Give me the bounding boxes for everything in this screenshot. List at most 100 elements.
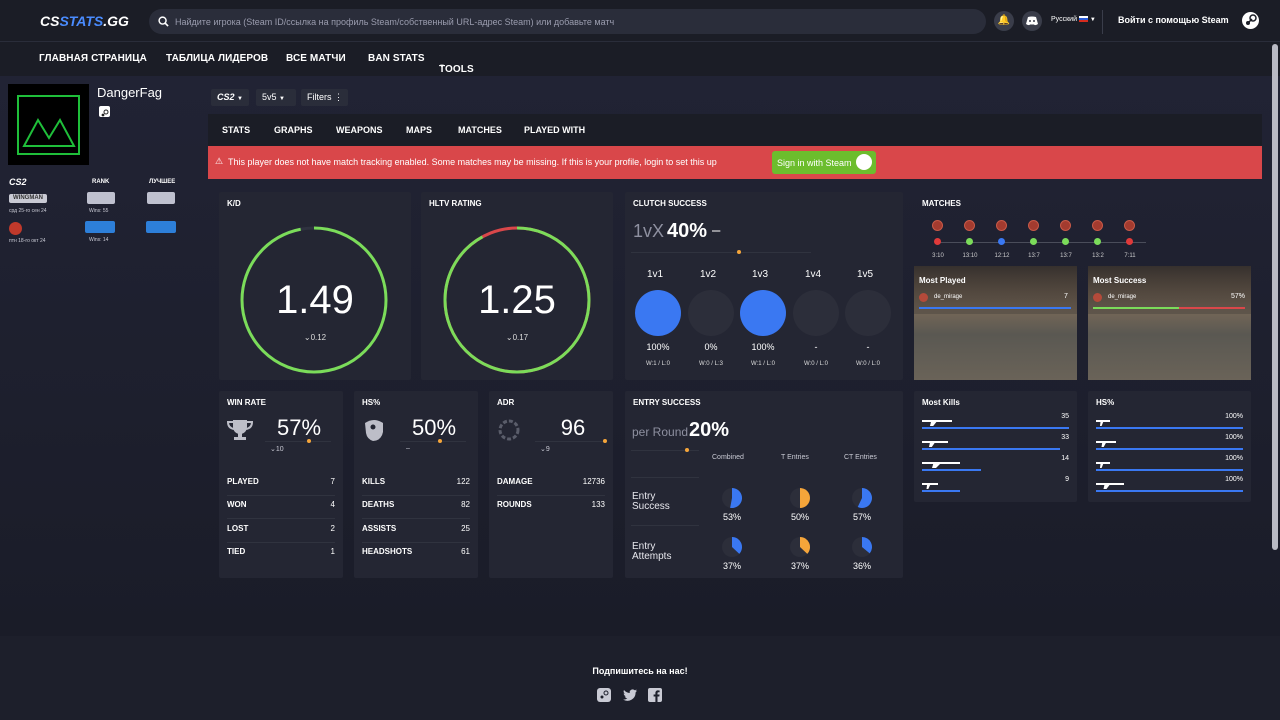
tab-weapons[interactable]: WEAPONS [336,125,383,135]
most-kills-title: Most Kills [922,398,960,407]
stat-label: KILLS [362,477,386,486]
most-success-map-name: de_mirage [1108,294,1137,300]
nav-leaderboard[interactable]: ТАБЛИЦА ЛИДЕРОВ [166,53,268,64]
chevron-down-icon: ⌄ [303,333,311,342]
clutch-label: 1v5 [857,269,874,280]
weapon-bar [922,427,1069,429]
steam-login-link[interactable]: Войти с помощью Steam [1118,15,1229,25]
match-result-dot[interactable] [1030,238,1037,245]
headshot-icon [365,420,383,441]
game-select[interactable]: CS2 ▼ [211,89,249,106]
hs-value: 50% [411,415,457,440]
scrollbar-thumb[interactable] [1272,44,1278,550]
entry-card: ENTRY SUCCESS per Round 20% Combined T E… [625,391,903,578]
clutch-label: 1v2 [700,269,717,280]
hltv-delta: ⌄0.17 [421,333,613,342]
weapon-value: 35 [1061,413,1069,420]
chevron-down-icon: ▼ [1089,17,1096,23]
match-result-dot[interactable] [1062,238,1069,245]
most-success-map[interactable]: Most Success de_mirage 57% [1088,266,1251,380]
adr-delta-value: 9 [545,446,550,453]
mode-select[interactable]: 5v5 ▼ [256,89,296,106]
match-result-dot[interactable] [966,238,973,245]
twitter-icon[interactable] [623,689,637,701]
steam-icon[interactable] [597,688,611,702]
kd-title: K/D [227,199,241,208]
steam-icon[interactable] [1242,12,1259,29]
divider [400,441,466,442]
entry-pie [790,537,811,557]
stat-label: TIED [227,547,246,556]
match-result-dot[interactable] [998,238,1005,245]
hltv-title: HLTV RATING [429,199,482,208]
adr-delta: ⌄9 [540,445,550,453]
hltv-value: 1.25 [478,278,556,322]
stat-row: ASSISTS 25 [362,524,470,536]
most-played-title: Most Played [919,276,966,285]
winrate-value: 57% [276,415,322,440]
tab-graphs[interactable]: GRAPHS [274,125,313,135]
tab-maps[interactable]: MAPS [406,125,432,135]
steam-profile-icon[interactable] [99,106,110,117]
match-map-icon[interactable] [964,220,975,231]
clutch-card: CLUTCH SUCCESS 1vX 40% – 1v1 100% W:1 / L:… [625,192,903,380]
filters-button[interactable]: Filters ⋮ [301,89,348,106]
most-success-value: 57% [1231,293,1246,300]
facebook-icon[interactable] [648,688,662,702]
match-map-icon[interactable] [1092,220,1103,231]
match-map-icon[interactable] [1028,220,1039,231]
rank-date: срд 25-го сен 24 [9,208,47,214]
match-map-icon[interactable] [932,220,943,231]
discord-icon[interactable] [1022,11,1042,31]
cs2-logo: CS2 [9,177,27,187]
search-box[interactable] [149,9,986,34]
tab-played-with[interactable]: PLAYED WITH [524,125,585,135]
mode-select-label: 5v5 [262,92,277,102]
col-ct-entries: CT Entries [844,454,877,461]
logo[interactable]: CSSTATS.GG [40,13,129,29]
hltv-card: HLTV RATING 1.25 ⌄0.17 [421,192,613,380]
col-t-entries: T Entries [781,454,809,461]
clutch-percent: 40% [667,220,708,242]
stat-label: HEADSHOTS [362,547,413,556]
stat-value: 82 [461,500,470,509]
best-header: ЛУЧШЕЕ [149,179,176,185]
match-map-icon[interactable] [1060,220,1071,231]
logo-part: CS [40,13,60,29]
search-input[interactable] [175,9,975,34]
stat-label: ROUNDS [497,500,532,509]
match-map-icon[interactable] [996,220,1007,231]
matches-title: MATCHES [922,199,961,208]
sign-in-steam-button[interactable]: Sign in with Steam [772,151,876,174]
kd-delta: ⌄0.12 [219,333,411,342]
clutch-label: 1v1 [647,269,664,280]
language-select[interactable]: Русский ▼ [1051,16,1096,23]
entry-pie [722,537,743,557]
winrate-marker [307,439,311,443]
tab-stats[interactable]: STATS [222,125,250,135]
stat-value: 133 [591,500,605,509]
divider [535,441,607,442]
adr-title: ADR [497,398,515,407]
nav-ban-stats[interactable]: BAN STATS [368,53,425,64]
stat-value: 4 [330,500,335,509]
tab-matches[interactable]: MATCHES [458,125,502,135]
match-map-icon[interactable] [1124,220,1135,231]
most-played-map[interactable]: Most Played de_mirage 7 [914,266,1077,380]
match-result-dot[interactable] [1126,238,1133,245]
success-bar-won [1093,307,1179,309]
stat-value: 122 [456,477,470,486]
divider [362,542,470,543]
row-entry-success: Entry Success [632,492,670,512]
match-result-dot[interactable] [934,238,941,245]
match-result-dot[interactable] [1094,238,1101,245]
hs-marker [438,439,442,443]
clutch-marker [737,250,741,254]
winrate-title: WIN RATE [227,398,266,407]
rank-wins: Wins: 55 [89,208,109,214]
logo-part: STATS [59,13,104,29]
stat-label: WON [227,500,247,509]
nav-all-matches[interactable]: ВСЕ МАТЧИ [286,53,346,64]
nav-home[interactable]: ГЛАВНАЯ СТРАНИЦА [39,53,147,64]
bell-icon[interactable]: 🔔 [994,11,1014,31]
